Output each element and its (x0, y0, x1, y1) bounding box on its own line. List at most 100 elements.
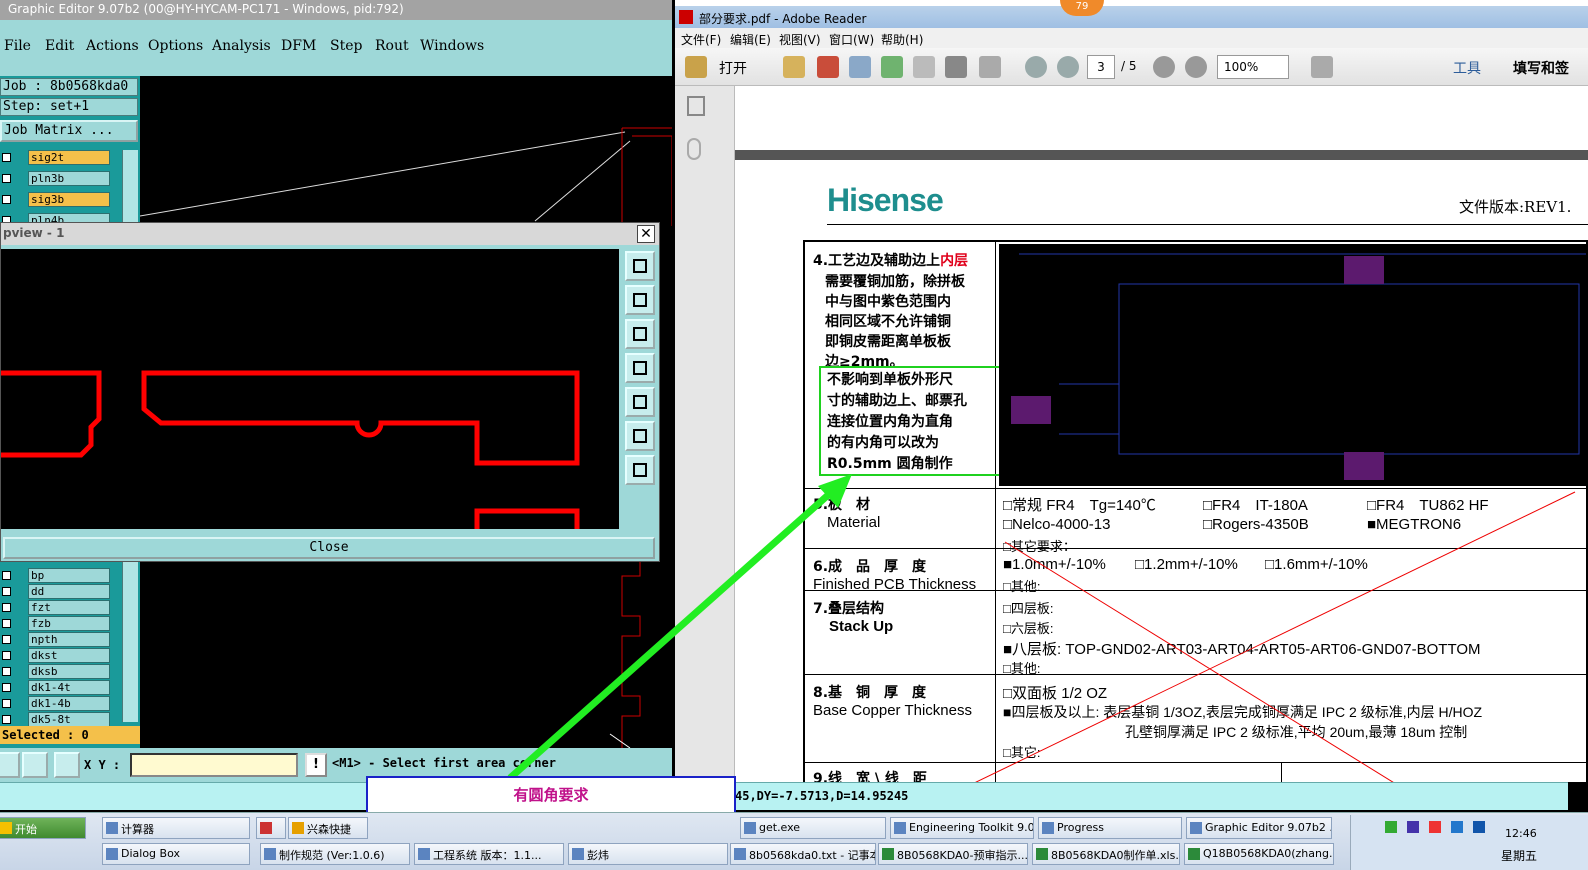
attachment-icon[interactable] (687, 138, 701, 160)
zoom-select[interactable]: 100% (1217, 55, 1289, 79)
menu-window[interactable]: 窗口(W) (829, 31, 874, 48)
fill-sign-pane-button[interactable]: 填写和签 (1513, 58, 1569, 78)
popview-close-button[interactable]: Close (3, 537, 655, 559)
zoom-out-icon[interactable] (1153, 56, 1175, 78)
zoom-fit-icon[interactable] (625, 251, 655, 281)
tools-pane-button[interactable]: 工具 (1453, 58, 1481, 78)
layer-row[interactable]: dksb (0, 664, 120, 680)
task-button[interactable]: 兴森快捷 (288, 817, 368, 839)
menu-rout[interactable]: Rout (375, 38, 409, 54)
menu-view[interactable]: 视图(V) (779, 31, 821, 48)
close-icon[interactable]: ✕ (637, 225, 655, 243)
menu-analysis[interactable]: Analysis (212, 38, 271, 54)
bluetooth-icon[interactable] (1473, 821, 1485, 833)
menu-windows[interactable]: Windows (420, 38, 484, 54)
open-button[interactable]: 打开 (719, 58, 747, 78)
email-icon[interactable] (979, 56, 1001, 78)
reader-navigation-pane (675, 86, 735, 782)
alert-button[interactable]: ! (305, 753, 327, 777)
task-button[interactable] (256, 817, 286, 839)
page-down-icon[interactable] (1057, 56, 1079, 78)
menu-step[interactable]: Step (330, 38, 362, 54)
job-matrix-button[interactable]: Job Matrix ... (0, 120, 138, 142)
task-button[interactable]: get.exe (740, 817, 886, 839)
grid-tool-icon[interactable] (54, 752, 80, 778)
layer-row[interactable]: dkst (0, 648, 120, 664)
layer-checkbox[interactable] (2, 603, 11, 612)
layer-checkbox[interactable] (2, 635, 11, 644)
task-button[interactable]: 工程系统 版本：1.1... (414, 843, 564, 865)
pan-right-icon[interactable] (625, 387, 655, 417)
menu-help[interactable]: 帮助(H) (881, 31, 923, 48)
xy-input[interactable] (130, 753, 298, 777)
pan-down-icon[interactable] (625, 319, 655, 349)
zoom-in-icon[interactable] (1185, 56, 1207, 78)
window-icon (894, 822, 906, 834)
page-number-input[interactable]: 3 (1087, 55, 1115, 79)
layer-checkbox[interactable] (2, 651, 11, 660)
menu-actions[interactable]: Actions (86, 38, 139, 54)
export-pdf-icon[interactable] (817, 56, 839, 78)
task-button[interactable]: 8b0568kda0.txt - 记事本 (730, 843, 876, 865)
menu-dfm[interactable]: DFM (281, 38, 316, 54)
layer-row[interactable]: dk1-4t (0, 680, 120, 696)
page-up-icon[interactable] (1025, 56, 1047, 78)
layer-checkbox[interactable] (2, 715, 11, 724)
create-pdf-icon[interactable] (783, 56, 805, 78)
task-button[interactable]: Progress (1038, 817, 1182, 839)
menu-options[interactable]: Options (148, 38, 203, 54)
layer-checkbox[interactable] (2, 699, 11, 708)
layer-row[interactable]: fzt (0, 600, 120, 616)
tray-icon[interactable] (1385, 821, 1397, 833)
page-thumbnails-icon[interactable] (687, 96, 705, 116)
task-button[interactable]: Graphic Editor 9.07b2 ... (1186, 817, 1332, 839)
open-folder-icon[interactable] (685, 56, 707, 78)
fit-page-icon[interactable] (1311, 56, 1333, 78)
layer-row[interactable]: fzb (0, 616, 120, 632)
menu-file[interactable]: 文件(F) (681, 31, 721, 48)
pan-left-icon[interactable] (625, 353, 655, 383)
measure-tool-icon[interactable] (0, 752, 20, 778)
start-button[interactable]: 开始 (0, 817, 86, 839)
task-button[interactable]: 8B0568KDA0-预审指示... (878, 843, 1028, 865)
layer-checkbox[interactable] (2, 153, 11, 162)
layer-checkbox[interactable] (2, 571, 11, 580)
task-button[interactable]: Dialog Box (102, 843, 250, 865)
layer-checkbox[interactable] (2, 174, 11, 183)
menu-edit[interactable]: 编辑(E) (730, 31, 771, 48)
tray-icon[interactable] (1407, 821, 1419, 833)
menu-edit[interactable]: Edit (45, 38, 74, 54)
upload-icon[interactable] (881, 56, 903, 78)
zoom-in-icon[interactable] (625, 455, 655, 485)
layer-row[interactable]: dd (0, 584, 120, 600)
task-button[interactable]: 制作规范 (Ver:1.0.6) (260, 843, 410, 865)
task-button[interactable]: 彭炜 (568, 843, 728, 865)
task-button[interactable]: Q18B0568KDA0(zhang... (1184, 843, 1334, 865)
task-button[interactable]: 计算器 (102, 817, 250, 839)
pan-up-icon[interactable] (625, 285, 655, 315)
layer-checkbox[interactable] (2, 195, 11, 204)
layer-row[interactable]: pln3b (0, 171, 120, 187)
layer-row[interactable]: npth (0, 632, 120, 648)
task-button[interactable]: Engineering Toolkit 9.0... (890, 817, 1034, 839)
layer-row[interactable]: sig3b (0, 192, 120, 208)
save-icon[interactable] (913, 56, 935, 78)
layer-row[interactable]: dk1-4b (0, 696, 120, 712)
layer-row[interactable]: bp (0, 568, 120, 584)
app-icon (260, 822, 272, 834)
menu-file[interactable]: File (4, 38, 31, 54)
layer-checkbox[interactable] (2, 667, 11, 676)
angle-tool-icon[interactable] (22, 752, 48, 778)
layer-checkbox[interactable] (2, 683, 11, 692)
clock-time[interactable]: 12:46 (1505, 827, 1537, 840)
tray-icon[interactable] (1429, 821, 1441, 833)
task-button[interactable]: 8B0568KDA0制作单.xls... (1032, 843, 1180, 865)
layer-checkbox[interactable] (2, 587, 11, 596)
edit-icon[interactable] (849, 56, 871, 78)
layer-checkbox[interactable] (2, 619, 11, 628)
zoom-out-icon[interactable] (625, 421, 655, 451)
popview-canvas[interactable] (1, 249, 619, 529)
print-icon[interactable] (945, 56, 967, 78)
layer-row[interactable]: sig2t (0, 150, 120, 166)
tray-icon[interactable] (1451, 821, 1463, 833)
